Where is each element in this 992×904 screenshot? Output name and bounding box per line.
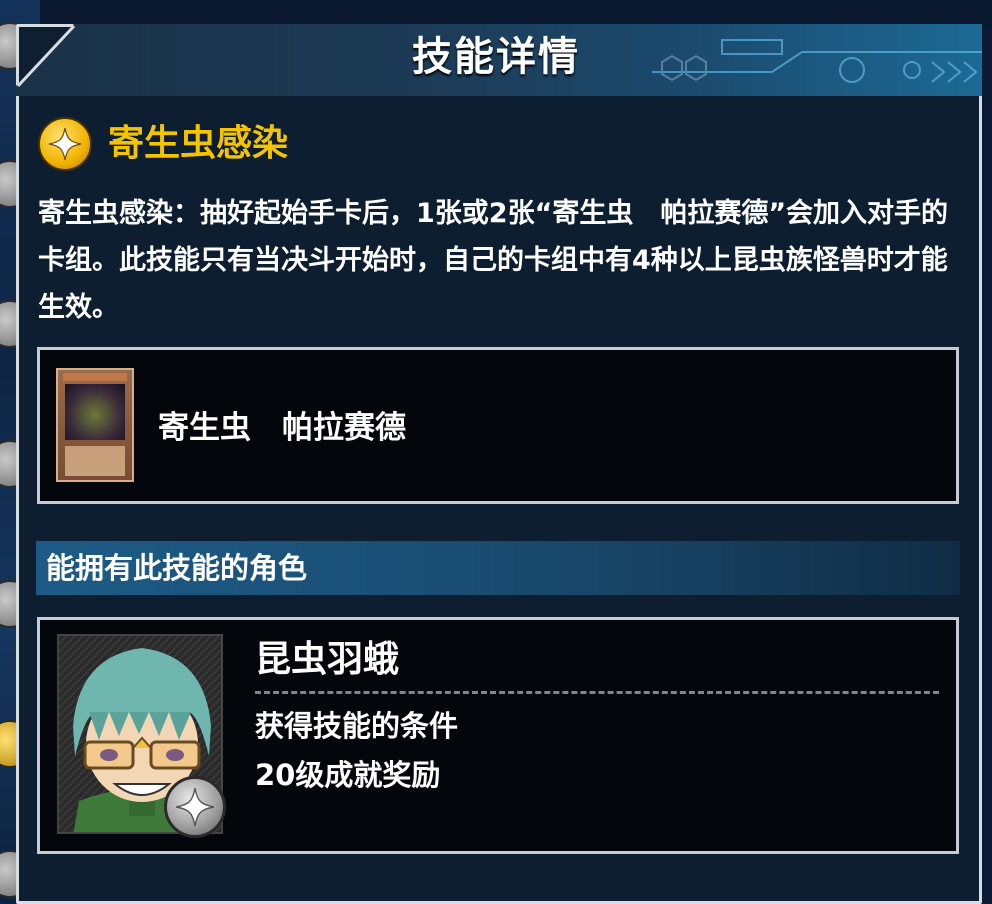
page-title: 技能详情 — [412, 34, 580, 80]
star-sparkle-icon — [38, 117, 92, 171]
condition-label: 获得技能的条件 — [255, 709, 459, 743]
card-text-area — [65, 446, 125, 476]
card-thumbnail[interactable] — [56, 368, 134, 482]
related-card-name: 寄生虫 帕拉赛德 — [158, 410, 406, 446]
divider — [255, 691, 939, 694]
character-name: 昆虫羽蛾 — [255, 639, 400, 680]
silver-star-icon — [164, 776, 226, 838]
skill-description: 寄生虫感染：抽好起始手卡后，1张或2张“寄生虫 帕拉赛德”会加入对手的卡组。此技… — [38, 198, 949, 323]
section-title: 能拥有此技能的角色 — [46, 551, 308, 585]
card-name-strip — [63, 373, 127, 381]
skill-name: 寄生虫感染 — [108, 123, 289, 164]
condition-value: 20级成就奖励 — [255, 758, 441, 792]
card-artwork — [65, 384, 125, 440]
